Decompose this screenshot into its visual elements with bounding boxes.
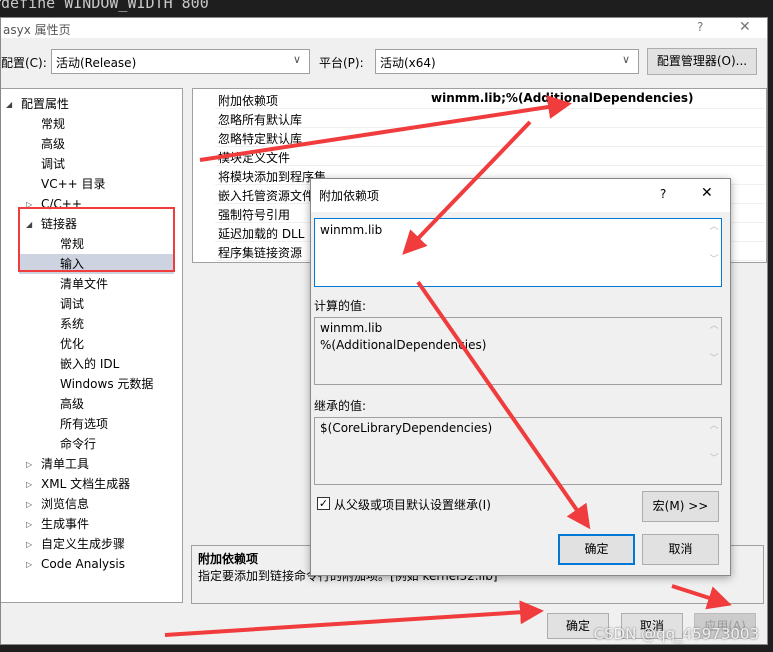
watermark: CSDN @qq_45973003 <box>593 625 759 643</box>
arrow <box>416 280 591 530</box>
arrow <box>402 120 532 255</box>
annotation-arrows <box>164 95 732 637</box>
arrow <box>164 600 544 637</box>
arrow <box>671 584 732 610</box>
arrow <box>199 95 572 162</box>
